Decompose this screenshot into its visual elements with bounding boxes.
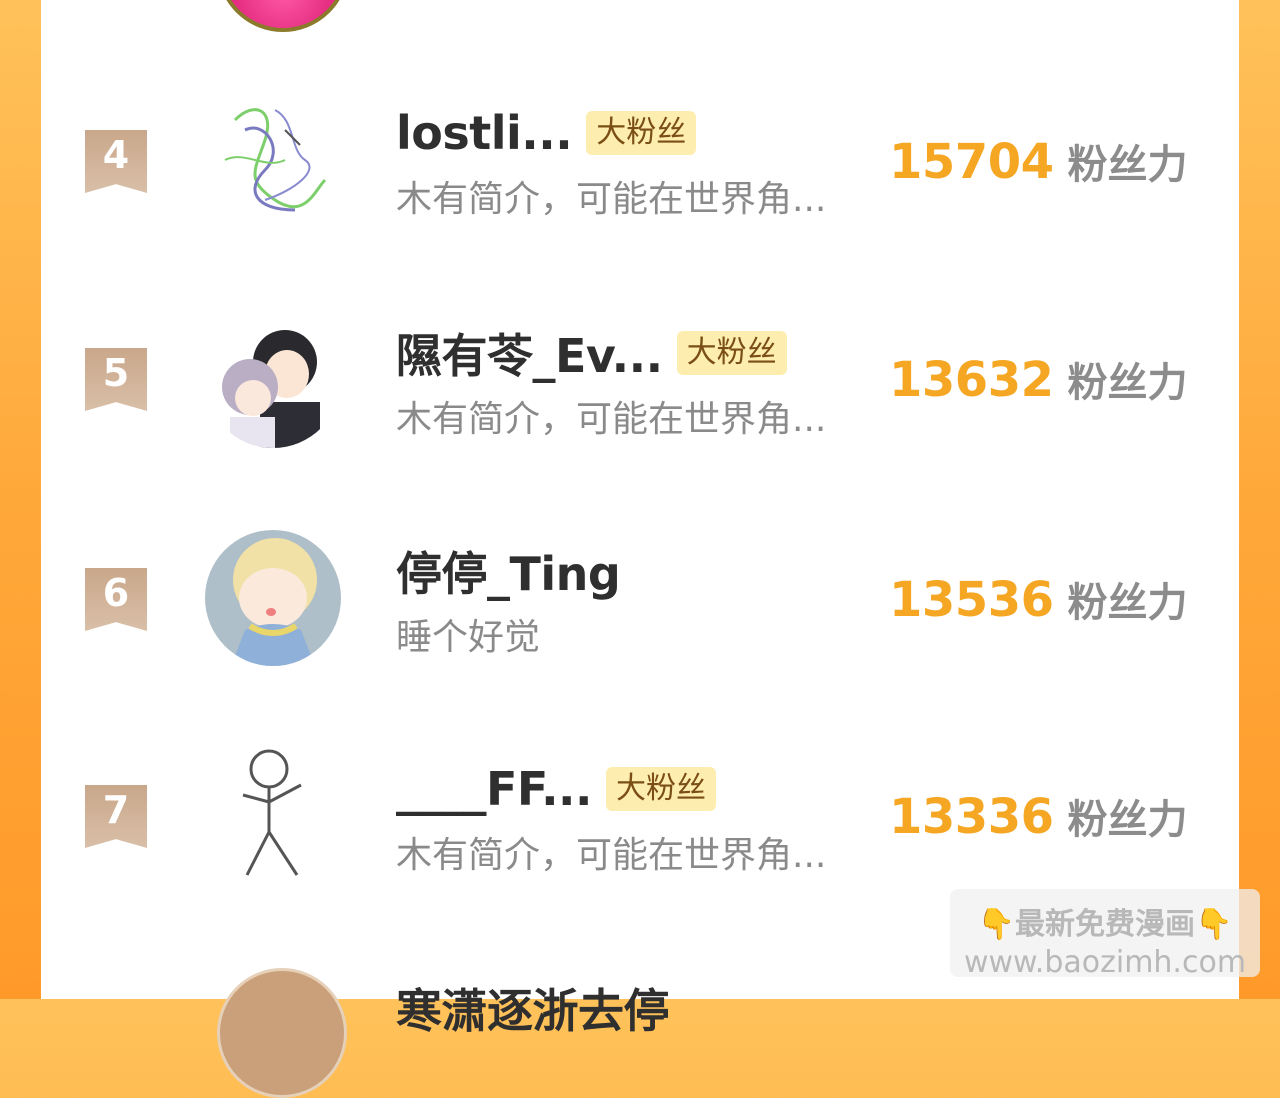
- user-name[interactable]: lostli...: [396, 106, 573, 160]
- rank-badge: 5: [85, 348, 147, 411]
- score-label: 粉丝力: [1067, 142, 1188, 188]
- score-value: 15704: [889, 134, 1054, 190]
- name-line: lostli... 大粉丝: [396, 105, 697, 161]
- user-name[interactable]: 隰有苓_Ev...: [396, 320, 663, 386]
- score-value: 13336: [889, 789, 1054, 845]
- fan-score: 15704 粉丝力: [889, 132, 1188, 190]
- ranking-row[interactable]: 7 ____FF... 大粉丝 木有简介，可能在世界角... 13336 粉丝力: [41, 735, 1239, 895]
- watermark-line2: www.baozimh.com: [963, 945, 1247, 980]
- user-name-partial[interactable]: 寒潇逐浙去停: [396, 975, 670, 1041]
- avatar-partial-top[interactable]: [217, 0, 349, 32]
- rank-badge: 7: [85, 785, 147, 848]
- score-value: 13632: [889, 352, 1054, 408]
- name-line: 隰有苓_Ev... 大粉丝: [396, 325, 787, 383]
- fan-score: 13632 粉丝力: [889, 350, 1188, 408]
- fan-badge: 大粉丝: [676, 331, 787, 375]
- ranking-row[interactable]: 4 lostli... 大粉丝 木有简介，可能在世界角... 15704 粉丝力: [41, 80, 1239, 240]
- user-bio: 睡个好觉: [396, 617, 541, 658]
- watermark-line1: 👇最新免费漫画👇: [977, 907, 1233, 942]
- fan-score: 13336 粉丝力: [889, 787, 1188, 845]
- user-name[interactable]: ____FF...: [396, 762, 593, 816]
- name-line: 停停_Ting: [396, 543, 621, 601]
- fan-badge: 大粉丝: [586, 111, 697, 155]
- score-label: 粉丝力: [1067, 580, 1188, 626]
- score-label: 粉丝力: [1067, 797, 1188, 843]
- avatar[interactable]: [205, 530, 341, 666]
- fan-badge: 大粉丝: [606, 767, 717, 811]
- rank-badge: 4: [85, 130, 147, 193]
- ranking-row[interactable]: 5 隰有苓_Ev... 大粉丝 木有简介，可能在世界角... 13632 粉丝力: [41, 298, 1239, 458]
- avatar[interactable]: [205, 90, 341, 226]
- name-line: ____FF... 大粉丝: [396, 761, 717, 817]
- score-value: 13536: [889, 572, 1054, 628]
- avatar-partial-bottom[interactable]: [217, 968, 347, 1098]
- fan-score: 13536 粉丝力: [889, 570, 1188, 628]
- score-label: 粉丝力: [1067, 360, 1188, 406]
- rank-badge: 6: [85, 568, 147, 631]
- user-bio: 木有简介，可能在世界角...: [396, 835, 827, 876]
- ranking-row[interactable]: 6 停停_Ting 睡个好觉 13536 粉丝力: [41, 516, 1239, 676]
- watermark: 👇最新免费漫画👇 www.baozimh.com: [950, 889, 1260, 980]
- ranking-panel: 4 lostli... 大粉丝 木有简介，可能在世界角... 15704 粉丝力…: [41, 0, 1239, 1098]
- user-bio: 木有简介，可能在世界角...: [396, 179, 827, 220]
- avatar[interactable]: [205, 747, 341, 883]
- user-bio: 木有简介，可能在世界角...: [396, 399, 827, 440]
- user-name[interactable]: 停停_Ting: [396, 538, 621, 604]
- avatar[interactable]: [205, 312, 341, 448]
